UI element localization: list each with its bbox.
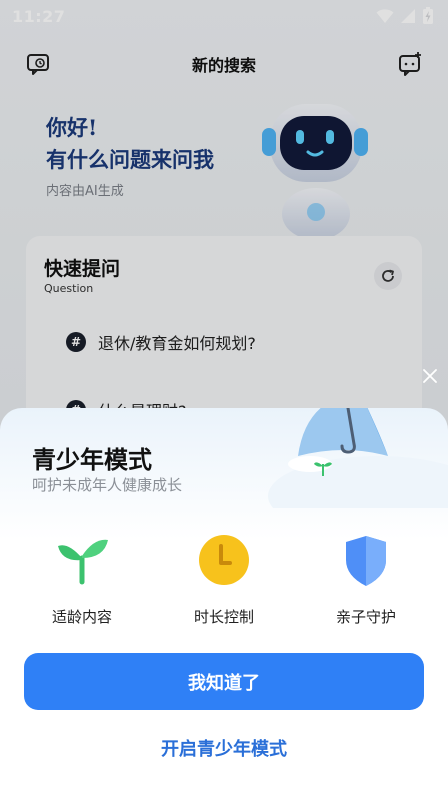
clock-icon [196, 532, 252, 588]
feature-time-control: 时长控制 [164, 532, 284, 632]
youth-mode-sheet: 青少年模式 呵护未成年人健康成长 适龄内容 时长控制 亲子守护 我知道了 开启青… [0, 408, 448, 796]
close-icon[interactable] [418, 364, 442, 388]
feature-label: 时长控制 [193, 608, 254, 626]
feature-label: 亲子守护 [335, 608, 396, 626]
youth-mode-subtitle: 呵护未成年人健康成长 [32, 476, 183, 494]
feature-label: 适龄内容 [51, 608, 112, 626]
feature-list: 适龄内容 时长控制 亲子守护 [0, 532, 448, 632]
feature-age-appropriate: 适龄内容 [22, 532, 142, 632]
got-it-button[interactable]: 我知道了 [24, 653, 424, 710]
enable-youth-mode-link[interactable]: 开启青少年模式 [0, 730, 448, 766]
feature-parental-guard: 亲子守护 [306, 532, 426, 632]
shield-icon [338, 532, 394, 588]
sprout-icon [54, 532, 110, 588]
umbrella-illustration-icon [268, 408, 448, 508]
youth-mode-title: 青少年模式 [32, 446, 152, 474]
